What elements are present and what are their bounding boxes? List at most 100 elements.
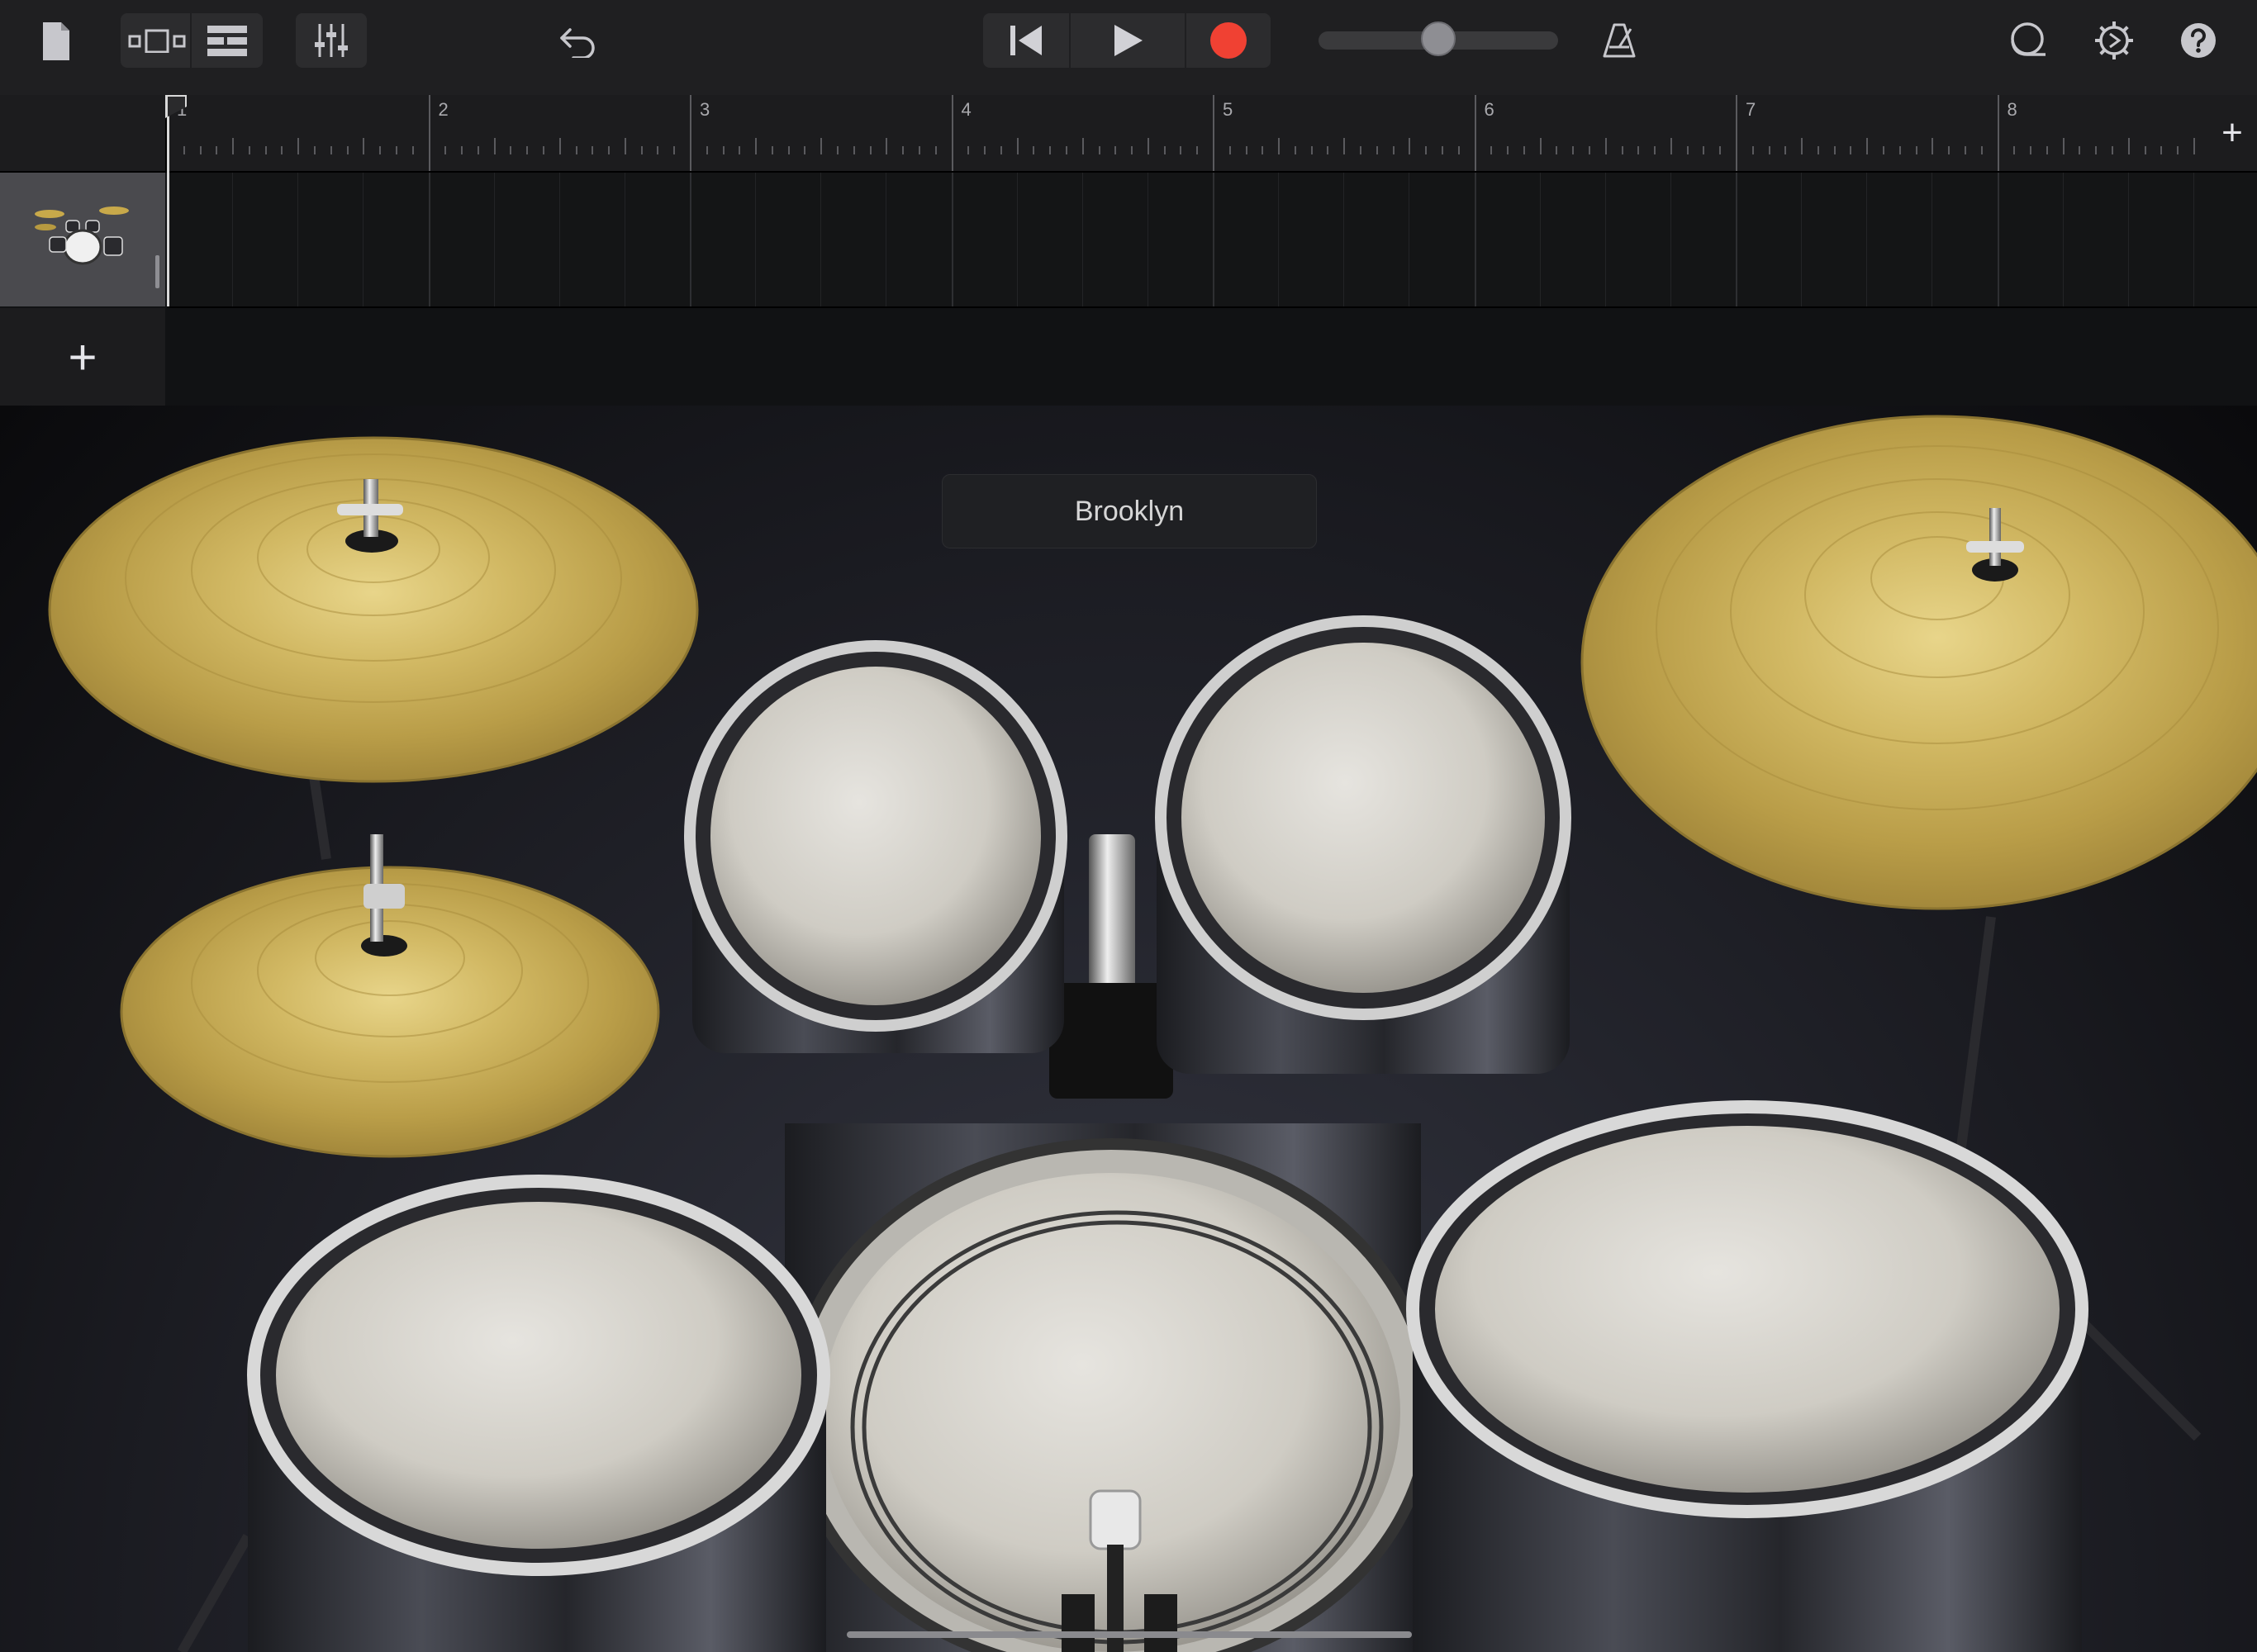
bar-number: 6 bbox=[1484, 99, 1494, 120]
ruler-tick bbox=[1883, 146, 1885, 154]
settings-button[interactable] bbox=[2085, 13, 2143, 68]
ruler-tick bbox=[1850, 146, 1852, 154]
ruler-tick bbox=[1670, 138, 1672, 154]
timeline-ruler[interactable]: 12345678 + bbox=[0, 95, 2257, 173]
go-to-beginning-button[interactable] bbox=[983, 13, 1069, 68]
ruler-tick bbox=[1360, 146, 1362, 154]
ruler-tick bbox=[2030, 146, 2032, 154]
ruler-tick bbox=[461, 146, 463, 154]
tracks-view-button[interactable] bbox=[193, 13, 261, 68]
grid-line bbox=[1343, 173, 1345, 306]
bar-line bbox=[951, 95, 953, 171]
master-volume-thumb[interactable] bbox=[1421, 21, 1456, 56]
undo-button[interactable] bbox=[549, 17, 606, 66]
ruler-tick bbox=[510, 146, 512, 154]
help-button[interactable] bbox=[2169, 13, 2227, 68]
add-track-label: + bbox=[68, 329, 97, 385]
ruler-tick bbox=[1392, 146, 1395, 154]
ruler-tick bbox=[2177, 146, 2179, 154]
ruler-tick bbox=[1000, 146, 1002, 154]
ruler-tick bbox=[1033, 146, 1035, 154]
ruler-tick bbox=[444, 146, 447, 154]
ruler-tick bbox=[837, 146, 839, 154]
ruler-tick bbox=[1441, 146, 1443, 154]
undo-icon bbox=[560, 28, 595, 58]
ruler-tick bbox=[1621, 146, 1623, 154]
metronome-button[interactable] bbox=[1594, 15, 1644, 66]
ruler-tick bbox=[2193, 138, 2195, 154]
ruler-tick bbox=[1703, 146, 1705, 154]
ruler-tick bbox=[592, 146, 594, 154]
ruler-tick bbox=[1980, 146, 1983, 154]
ruler-tick bbox=[1490, 146, 1493, 154]
snare-drum[interactable] bbox=[247, 1175, 830, 1652]
drum-kit-selector-button[interactable]: Brooklyn bbox=[942, 474, 1317, 548]
playhead[interactable] bbox=[167, 95, 169, 306]
browser-view-button[interactable] bbox=[124, 13, 190, 68]
add-section-button[interactable]: + bbox=[2207, 95, 2257, 171]
my-songs-button[interactable] bbox=[33, 17, 79, 66]
grid-line bbox=[2062, 173, 2064, 306]
ruler-tick bbox=[1196, 146, 1199, 154]
ruler-tick bbox=[1719, 146, 1722, 154]
ruler-tick bbox=[1065, 146, 1067, 154]
grid-line bbox=[1670, 173, 1671, 306]
ruler-tick bbox=[640, 146, 643, 154]
ruler-tick bbox=[1131, 146, 1133, 154]
grid-line bbox=[820, 173, 822, 306]
ruler-tick bbox=[199, 146, 202, 154]
ruler-corner bbox=[0, 95, 167, 171]
ruler-tick bbox=[281, 146, 283, 154]
add-track-button[interactable]: + bbox=[0, 308, 165, 406]
ruler-tick bbox=[755, 138, 758, 154]
ruler-tick bbox=[1915, 146, 1917, 154]
ruler-tick bbox=[902, 146, 905, 154]
play-icon bbox=[1114, 25, 1143, 56]
ruler-tick bbox=[411, 146, 414, 154]
ruler-tick bbox=[379, 146, 382, 154]
ruler-tick bbox=[673, 146, 676, 154]
ruler-tick bbox=[2127, 138, 2130, 154]
loop-browser-button[interactable] bbox=[1999, 13, 2057, 68]
tom-2[interactable] bbox=[1155, 615, 1571, 1074]
ruler-tick bbox=[2062, 138, 2065, 154]
floor-tom[interactable] bbox=[1406, 1100, 2088, 1652]
browser-view-icon bbox=[128, 29, 186, 53]
grid-line bbox=[1278, 173, 1280, 306]
grid-line bbox=[1801, 173, 1803, 306]
play-button[interactable] bbox=[1071, 13, 1185, 68]
record-button[interactable] bbox=[1186, 13, 1271, 68]
ruler-tick bbox=[1081, 138, 1084, 154]
settings-icon bbox=[2095, 21, 2133, 59]
add-section-label: + bbox=[2221, 112, 2243, 153]
track-lane-drums[interactable] bbox=[167, 173, 2257, 308]
tom-1[interactable] bbox=[684, 640, 1067, 1053]
grid-line bbox=[428, 173, 430, 306]
bar-line bbox=[1474, 95, 1476, 171]
ruler-tick bbox=[1049, 146, 1052, 154]
track-header-drums[interactable] bbox=[0, 173, 165, 306]
help-icon bbox=[2181, 23, 2216, 58]
ride-cymbal[interactable] bbox=[1580, 415, 2257, 910]
ruler-tick bbox=[2046, 146, 2048, 154]
ruler-tick bbox=[1310, 146, 1313, 154]
ruler-tick bbox=[1507, 146, 1509, 154]
ruler-tick bbox=[526, 146, 529, 154]
crash-cymbal[interactable] bbox=[48, 436, 699, 783]
mixer-button[interactable] bbox=[296, 13, 367, 68]
ruler-tick bbox=[1801, 138, 1803, 154]
tracks-area: + bbox=[0, 173, 2257, 406]
grid-line bbox=[558, 173, 560, 306]
ruler-tick bbox=[1523, 146, 1525, 154]
ruler-tick bbox=[608, 146, 611, 154]
hi-hat[interactable] bbox=[120, 834, 660, 1158]
ruler-tick bbox=[1278, 138, 1281, 154]
ruler-tick bbox=[771, 146, 773, 154]
ruler-tick bbox=[886, 138, 888, 154]
ruler-tick bbox=[1294, 146, 1296, 154]
ruler-tick bbox=[558, 138, 561, 154]
bar-number: 7 bbox=[1746, 99, 1756, 120]
ruler-tick bbox=[1409, 138, 1411, 154]
ruler-tick bbox=[1948, 146, 1951, 154]
rewind-icon bbox=[1010, 26, 1042, 55]
